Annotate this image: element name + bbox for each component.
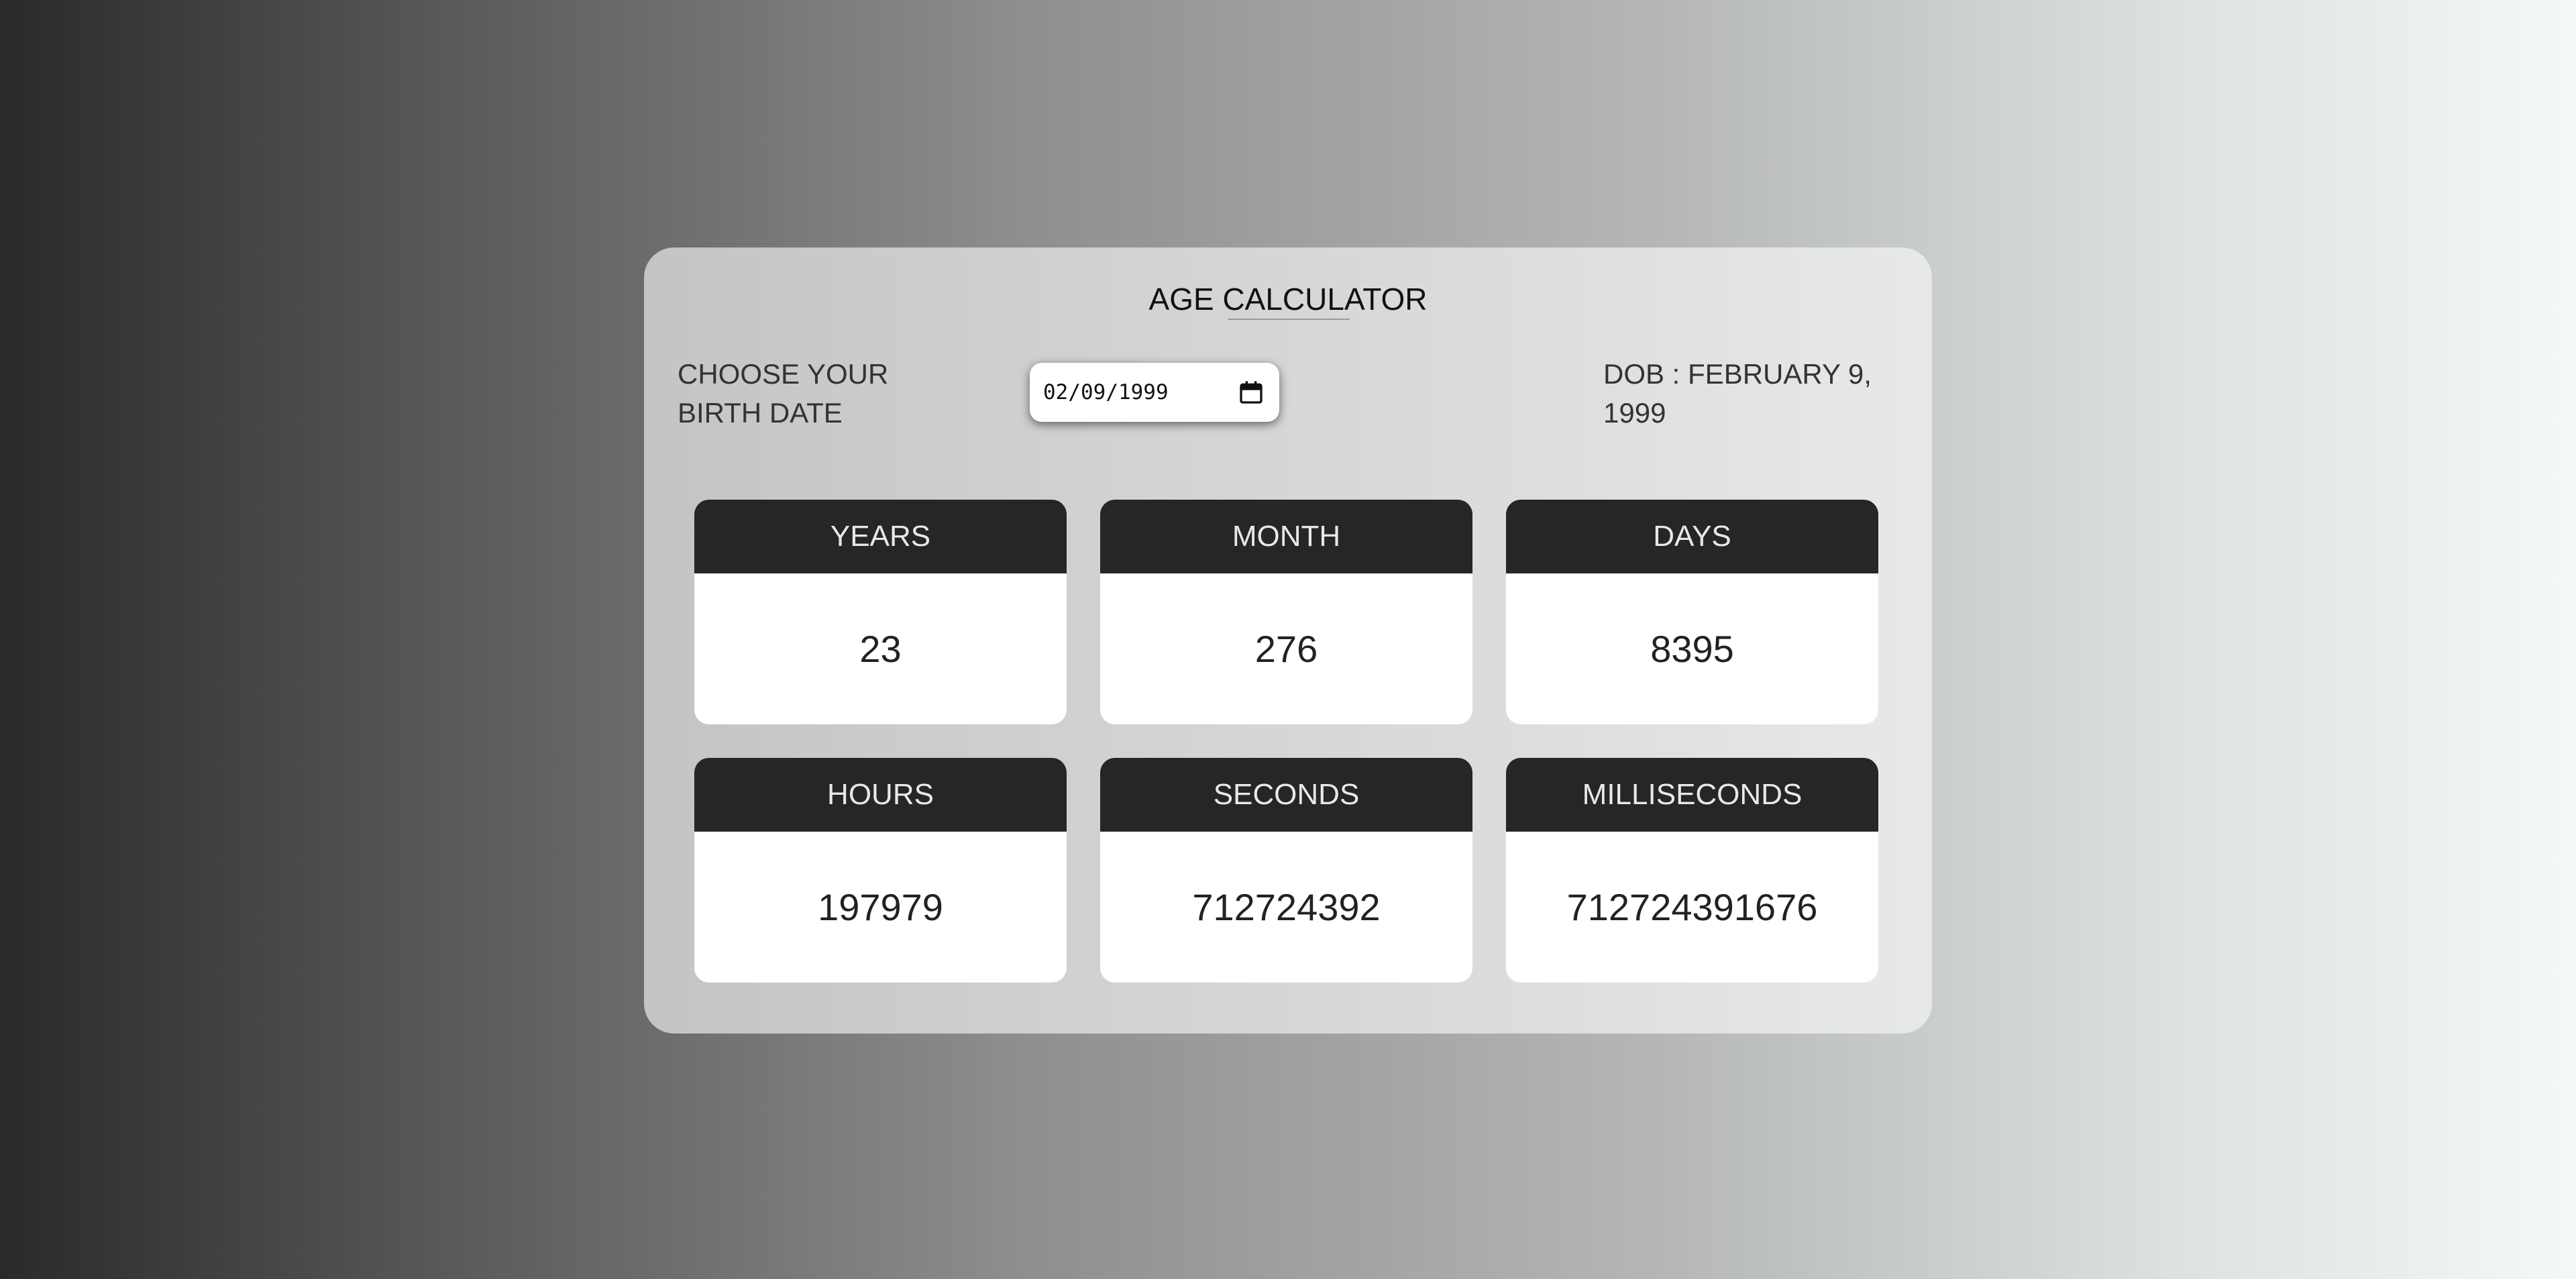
stat-milliseconds-label: MILLISECONDS bbox=[1506, 758, 1878, 832]
stat-hours-value: 197979 bbox=[818, 886, 943, 928]
birth-date-input[interactable]: 02/09/1999 bbox=[1030, 363, 1279, 422]
stat-days-label: DAYS bbox=[1506, 500, 1878, 573]
calendar-icon[interactable] bbox=[1238, 379, 1265, 406]
stat-milliseconds: MILLISECONDS 712724391676 bbox=[1506, 758, 1878, 983]
stat-month: MONTH 276 bbox=[1100, 500, 1472, 724]
stat-years-value: 23 bbox=[859, 628, 902, 670]
stat-seconds-label: SECONDS bbox=[1100, 758, 1472, 832]
stat-hours: HOURS 197979 bbox=[694, 758, 1067, 983]
stat-years: YEARS 23 bbox=[694, 500, 1067, 724]
stat-seconds-value: 712724392 bbox=[1192, 886, 1381, 928]
stat-days-value: 8395 bbox=[1650, 628, 1734, 670]
stat-month-value: 276 bbox=[1254, 628, 1318, 670]
stat-milliseconds-value: 712724391676 bbox=[1566, 886, 1818, 928]
stat-days: DAYS 8395 bbox=[1506, 500, 1878, 724]
age-calculator-card: AGE CALCULATOR CHOOSE YOUR BIRTH DATE 02… bbox=[644, 247, 1932, 1034]
title-underline bbox=[1228, 319, 1350, 320]
stat-month-label: MONTH bbox=[1100, 500, 1472, 573]
birth-date-label: CHOOSE YOUR BIRTH DATE bbox=[678, 358, 889, 429]
page-title: AGE CALCULATOR bbox=[1148, 282, 1428, 317]
stat-years-label: YEARS bbox=[694, 500, 1067, 573]
stat-hours-label: HOURS bbox=[694, 758, 1067, 832]
stat-seconds: SECONDS 712724392 bbox=[1100, 758, 1472, 983]
dob-display: DOB : FEBRUARY 9, 1999 bbox=[1603, 358, 1872, 429]
birth-date-value[interactable]: 02/09/1999 bbox=[1043, 380, 1238, 404]
